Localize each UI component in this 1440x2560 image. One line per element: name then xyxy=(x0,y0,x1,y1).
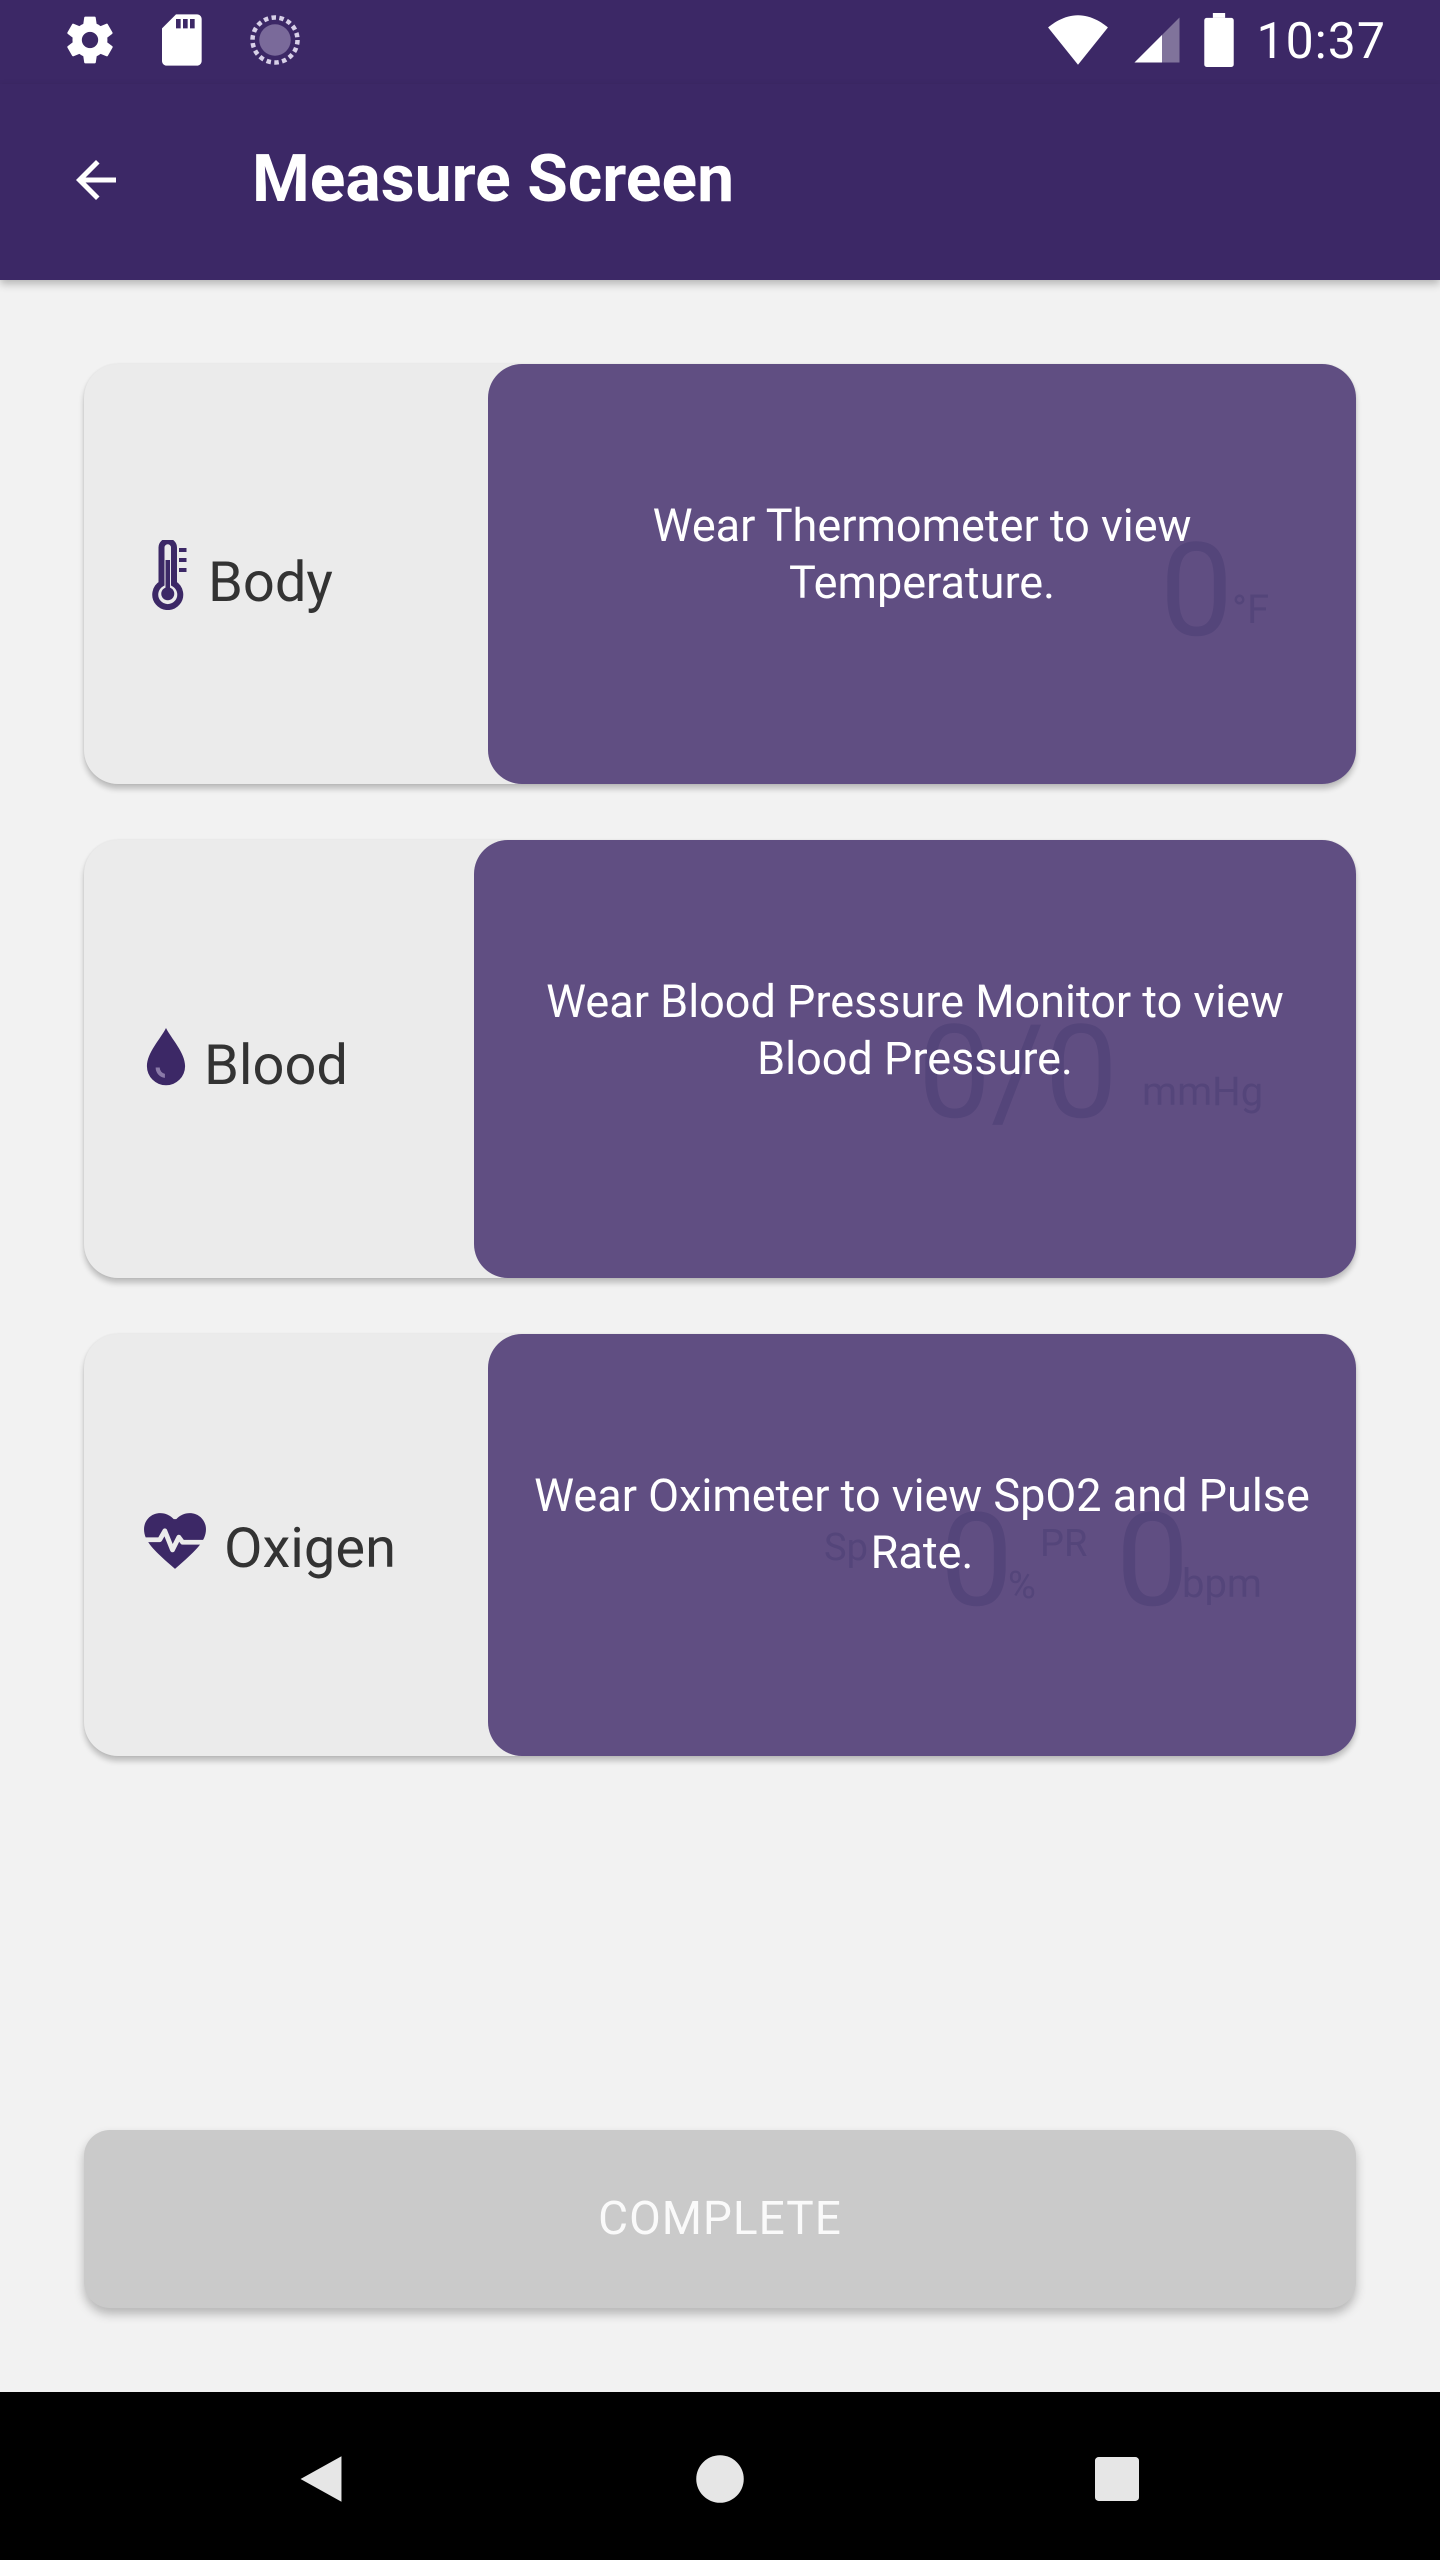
heart-pulse-icon xyxy=(142,1512,208,1584)
body-temperature-card[interactable]: Body 0 °F Wear Thermometer to view Tempe… xyxy=(84,364,1356,784)
status-bar: 10:37 xyxy=(0,0,1440,84)
drop-icon xyxy=(144,1028,188,1102)
arrow-left-icon xyxy=(66,150,126,214)
blood-reading-panel: 0/0 mmHg Wear Blood Pressure Monitor to … xyxy=(474,840,1356,1278)
nav-recents-button[interactable] xyxy=(1072,2436,1162,2526)
nav-home-button[interactable] xyxy=(675,2436,765,2526)
nav-back-button[interactable] xyxy=(276,2436,366,2526)
sync-circle-icon xyxy=(248,13,302,71)
sd-card-icon xyxy=(158,12,208,72)
oxygen-card-label: Oxigen xyxy=(142,1512,396,1584)
body-reading-panel: 0 °F Wear Thermometer to view Temperatur… xyxy=(488,364,1356,784)
status-right-icons: 10:37 xyxy=(1046,13,1386,71)
blood-message: Wear Blood Pressure Monitor to view Bloo… xyxy=(546,975,1284,1085)
battery-icon xyxy=(1204,13,1235,71)
page-title: Measure Screen xyxy=(252,141,735,218)
blood-card-label: Blood xyxy=(144,1028,348,1102)
blood-label-text: Blood xyxy=(204,1032,348,1098)
gear-icon xyxy=(62,12,118,72)
body-card-label: Body xyxy=(146,538,333,624)
body-label-text: Body xyxy=(208,549,333,615)
wifi-icon xyxy=(1046,14,1110,70)
system-nav-bar xyxy=(0,2392,1440,2560)
back-button[interactable] xyxy=(48,134,144,230)
status-left-icons xyxy=(62,14,302,70)
oxygen-reading-panel: Sp 0 % PR 0 bpm Wear Oximeter to view Sp… xyxy=(488,1334,1356,1756)
oxygen-card[interactable]: Oxigen Sp 0 % PR 0 bpm Wear Oximeter to … xyxy=(84,1334,1356,1756)
back-triangle-icon xyxy=(298,2454,344,2508)
body-message: Wear Thermometer to view Temperature. xyxy=(652,499,1192,609)
oxygen-label-text: Oxigen xyxy=(224,1515,396,1581)
blood-pressure-card[interactable]: Blood 0/0 mmHg Wear Blood Pressure Monit… xyxy=(84,840,1356,1278)
home-circle-icon xyxy=(695,2454,745,2508)
oxygen-message: Wear Oximeter to view SpO2 and Pulse Rat… xyxy=(534,1469,1310,1579)
complete-button[interactable]: COMPLETE xyxy=(84,2130,1356,2308)
thermometer-icon xyxy=(146,538,192,624)
status-clock: 10:37 xyxy=(1256,13,1386,71)
recents-square-icon xyxy=(1095,2457,1139,2505)
cell-signal-icon xyxy=(1132,14,1182,70)
app-bar: Measure Screen xyxy=(0,84,1440,280)
